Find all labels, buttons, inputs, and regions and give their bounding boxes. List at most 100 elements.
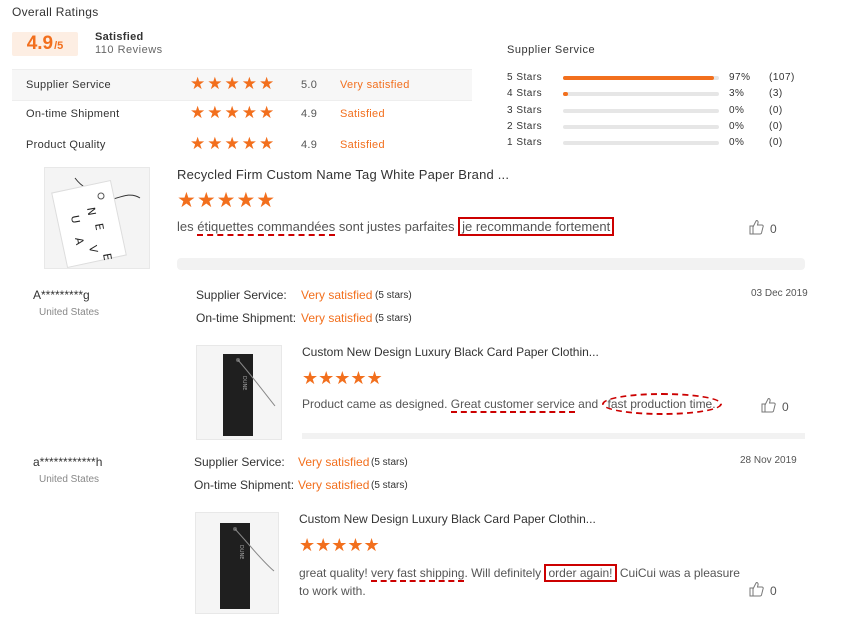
- product-thumbnail[interactable]: DUNE: [195, 512, 279, 614]
- underlined-phrase: étiquettes commandées: [197, 219, 336, 236]
- review-text: great quality! very fast shipping. Will …: [299, 564, 740, 598]
- distribution-row: 1 Stars 0% (0): [507, 137, 807, 151]
- product-name-link[interactable]: Custom New Design Luxury Black Card Pape…: [302, 345, 599, 359]
- product-name-link[interactable]: Recycled Firm Custom Name Tag White Pape…: [177, 167, 509, 182]
- on-time-shipment-value: Very satisfied: [301, 311, 373, 325]
- supplier-service-label: Supplier Service:: [196, 288, 287, 302]
- overall-review-count: 110 Reviews: [95, 44, 163, 56]
- distribution-row: 3 Stars 0% (0): [507, 105, 807, 119]
- rating-text: Very satisfied: [340, 79, 410, 91]
- reviewer-country: United States: [39, 307, 100, 318]
- rating-label: On-time Shipment: [26, 108, 120, 120]
- overall-score-badge: 4.9 /5: [12, 32, 78, 56]
- rating-stars: ★★★★★: [190, 134, 277, 153]
- supplier-service-stars: (5 stars): [371, 457, 408, 468]
- review-stars: ★★★★★: [302, 368, 383, 388]
- distribution-count: (107): [769, 72, 795, 83]
- black-tag-image: DUNE: [196, 513, 278, 613]
- distribution-percent: 0%: [729, 121, 745, 132]
- distribution-bar: [563, 125, 719, 129]
- review-date: 03 Dec 2019: [751, 288, 808, 299]
- thumbs-up-icon: [760, 397, 776, 416]
- distribution-label: 5 Stars: [507, 72, 543, 83]
- svg-text:DUNE: DUNE: [241, 376, 247, 390]
- on-time-shipment-stars: (5 stars): [375, 313, 412, 324]
- like-count: 0: [770, 583, 777, 598]
- like-count: 0: [782, 399, 789, 414]
- product-thumbnail[interactable]: DUNE: [196, 345, 282, 440]
- overall-score: 4.9: [26, 33, 54, 54]
- reviewer-country: United States: [39, 474, 100, 485]
- distribution-percent: 97%: [729, 72, 751, 83]
- distribution-label: 2 Stars: [507, 121, 543, 132]
- distribution-bar-fill: [563, 92, 568, 96]
- rating-row-product-quality: Product Quality ★★★★★ 4.9 Satisfied: [12, 130, 472, 160]
- rating-text: Satisfied: [340, 108, 385, 120]
- like-count: 0: [770, 221, 777, 236]
- supplier-service-value: Very satisfied: [298, 455, 370, 469]
- supplier-service-stars: (5 stars): [375, 290, 412, 301]
- like-button[interactable]: 0: [760, 397, 789, 416]
- review-stars: ★★★★★: [177, 189, 277, 212]
- like-button[interactable]: 0: [748, 581, 777, 600]
- thumbs-up-icon: [748, 581, 764, 600]
- distribution-bar: [563, 141, 719, 145]
- rating-row-on-time-shipment: On-time Shipment ★★★★★ 4.9 Satisfied: [12, 99, 472, 129]
- product-thumbnail[interactable]: U N E A V E: [44, 167, 150, 269]
- white-tag-image: U N E A V E: [45, 168, 149, 268]
- distribution-percent: 3%: [729, 88, 745, 99]
- underlined-phrase: very fast shipping: [371, 566, 465, 582]
- rating-score: 4.9: [301, 108, 318, 120]
- distribution-row: 2 Stars 0% (0): [507, 121, 807, 135]
- distribution-row: 5 Stars 97% (107): [507, 72, 807, 86]
- highlighted-phrase: je recommande fortement: [458, 217, 615, 236]
- distribution-title: Supplier Service: [507, 44, 596, 56]
- distribution-count: (0): [769, 137, 783, 148]
- svg-text:DUNE: DUNE: [238, 545, 244, 559]
- distribution-percent: 0%: [729, 105, 745, 116]
- overall-label: Satisfied: [95, 31, 144, 43]
- review-divider: [177, 258, 805, 270]
- review-stars: ★★★★★: [299, 535, 380, 555]
- distribution-label: 1 Stars: [507, 137, 543, 148]
- highlighted-phrase: order again!: [544, 564, 617, 582]
- on-time-shipment-label: On-time Shipment:: [194, 478, 295, 492]
- distribution-percent: 0%: [729, 137, 745, 148]
- overall-score-suffix: /5: [54, 40, 64, 52]
- rating-row-supplier-service: Supplier Service ★★★★★ 5.0 Very satisfie…: [12, 69, 472, 101]
- distribution-count: (3): [769, 88, 783, 99]
- reviewer-name: A*********g: [33, 288, 90, 302]
- distribution-row: 4 Stars 3% (3): [507, 88, 807, 102]
- on-time-shipment-value: Very satisfied: [298, 478, 370, 492]
- review-date: 28 Nov 2019: [740, 455, 797, 466]
- rating-score: 4.9: [301, 139, 318, 151]
- like-button[interactable]: 0: [748, 219, 777, 238]
- rating-score: 5.0: [301, 79, 318, 91]
- distribution-count: (0): [769, 105, 783, 116]
- review-text: Product came as designed. Great customer…: [302, 393, 722, 415]
- rating-label: Product Quality: [26, 139, 106, 151]
- review-text: les étiquettes commandées sont justes pa…: [177, 217, 615, 236]
- rating-text: Satisfied: [340, 139, 385, 151]
- supplier-service-label: Supplier Service:: [194, 455, 285, 469]
- distribution-bar: [563, 92, 719, 96]
- rating-label: Supplier Service: [26, 79, 111, 91]
- distribution-bar-fill: [563, 76, 715, 80]
- on-time-shipment-label: On-time Shipment:: [196, 311, 297, 325]
- black-tag-image: DUNE: [197, 346, 281, 439]
- thumbs-up-icon: [748, 219, 764, 238]
- reviewer-name: a************h: [33, 455, 103, 469]
- overall-ratings-heading: Overall Ratings: [12, 5, 99, 19]
- underlined-phrase: Great customer service: [450, 397, 575, 413]
- circled-phrase: fast production time.: [601, 393, 722, 415]
- rating-stars: ★★★★★: [190, 103, 277, 122]
- distribution-count: (0): [769, 121, 783, 132]
- supplier-service-value: Very satisfied: [301, 288, 373, 302]
- rating-stars: ★★★★★: [190, 74, 277, 93]
- on-time-shipment-stars: (5 stars): [371, 480, 408, 491]
- distribution-bar: [563, 76, 719, 80]
- distribution-label: 3 Stars: [507, 105, 543, 116]
- distribution-bar: [563, 109, 719, 113]
- product-name-link[interactable]: Custom New Design Luxury Black Card Pape…: [299, 512, 596, 526]
- review-divider: [302, 433, 805, 439]
